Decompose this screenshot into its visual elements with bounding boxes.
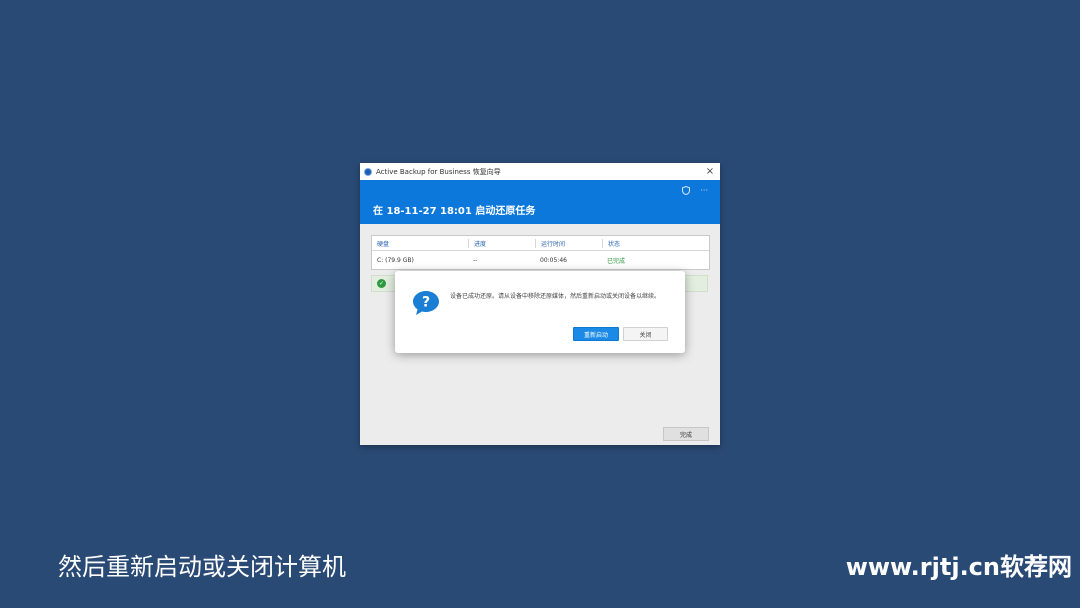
- table-header: 硬盘 进度 运行时间 状态: [372, 236, 709, 251]
- app-logo-icon: [364, 167, 372, 176]
- slide-caption: 然后重新启动或关闭计算机: [58, 553, 346, 581]
- restart-dialog: ? 设备已成功还原。请从设备中移除还原媒体，然后重新启动或关闭设备以继续。 重新…: [395, 271, 685, 353]
- dialog-message: 设备已成功还原。请从设备中移除还原媒体，然后重新启动或关闭设备以继续。: [450, 293, 661, 300]
- check-circle-icon: ✓: [377, 279, 386, 288]
- column-header-status: 状态: [602, 238, 707, 248]
- window-title: Active Backup for Business 恢复向导: [376, 167, 501, 176]
- cell-status: 已完成: [607, 257, 626, 265]
- question-bubble-icon: ?: [412, 290, 440, 320]
- column-header-runtime: 运行时间: [535, 238, 602, 248]
- column-header-progress: 进度: [468, 238, 535, 248]
- cell-runtime: 00:05:46: [540, 256, 567, 264]
- more-icon[interactable]: ···: [700, 186, 708, 198]
- table-row[interactable]: C: (79.9 GB) -- 00:05:46 已完成: [372, 251, 709, 269]
- restart-button[interactable]: 重新启动: [573, 327, 619, 341]
- page-title: 在 18-11-27 18:01 启动还原任务: [373, 206, 536, 217]
- window-close-button[interactable]: ×: [704, 166, 716, 178]
- watermark: www.rjtj.cn软荐网: [845, 553, 1072, 581]
- close-button[interactable]: 关闭: [623, 327, 668, 341]
- wizard-header: ··· 在 18-11-27 18:01 启动还原任务: [360, 180, 720, 224]
- shield-icon[interactable]: [682, 185, 691, 198]
- cell-disk: C: (79.9 GB): [377, 256, 414, 264]
- column-header-disk: 硬盘: [377, 240, 390, 248]
- restore-table: 硬盘 进度 运行时间 状态 C: (79.9 GB) -- 00:05:46 已…: [371, 235, 710, 270]
- done-button[interactable]: 完成: [663, 427, 709, 441]
- title-bar: Active Backup for Business 恢复向导 ×: [360, 163, 720, 180]
- cell-progress: --: [473, 256, 478, 264]
- svg-text:?: ?: [422, 295, 430, 311]
